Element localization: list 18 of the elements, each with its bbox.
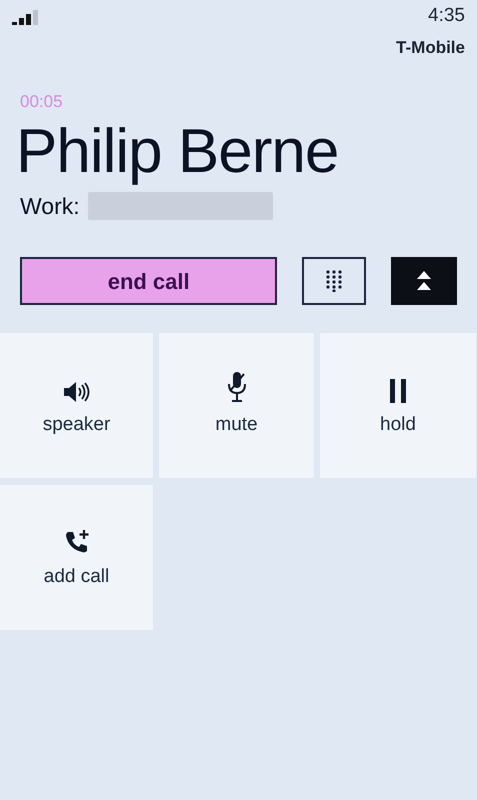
pause-icon [389, 379, 407, 404]
clock-time: 4:35 [428, 4, 465, 28]
expand-button[interactable] [391, 257, 457, 305]
speaker-icon [62, 381, 90, 404]
call-action-tile[interactable]: add call [0, 485, 153, 630]
double-up-arrow-icon [417, 271, 432, 291]
number-label: Work: [20, 192, 80, 220]
call-action-tile[interactable]: mute [159, 333, 314, 478]
keypad-button[interactable] [302, 257, 366, 305]
keypad-icon [326, 270, 342, 292]
carrier-name: T-Mobile [396, 37, 465, 59]
call-action-tile[interactable]: hold [320, 333, 476, 478]
caller-name: Philip Berne [16, 116, 338, 186]
call-action-tile[interactable]: speaker [0, 333, 153, 478]
slashed-microphone-icon [226, 371, 248, 404]
call-duration: 00:05 [20, 92, 63, 110]
end-call-button[interactable]: end call [20, 257, 278, 305]
phone-plus-icon [64, 529, 90, 556]
